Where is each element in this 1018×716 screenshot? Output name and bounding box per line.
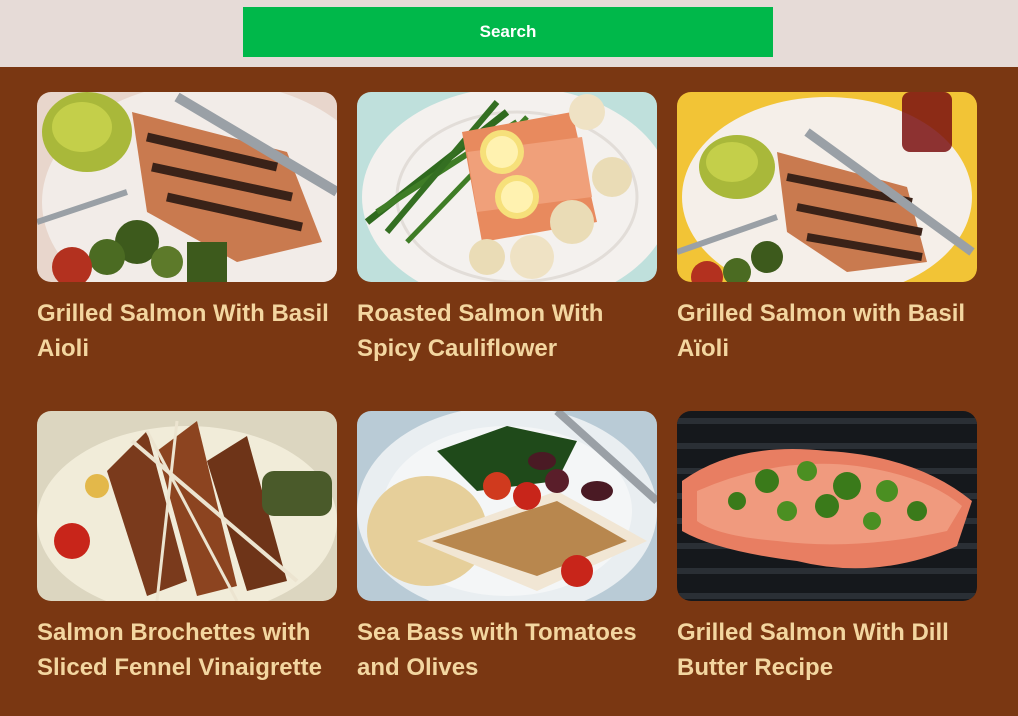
recipe-image[interactable] [677, 411, 977, 601]
recipe-image[interactable] [37, 92, 337, 282]
recipe-image[interactable] [677, 92, 977, 282]
recipe-title[interactable]: Salmon Brochettes with Sliced Fennel Vin… [37, 615, 347, 685]
recipe-card[interactable]: Grilled Salmon With Dill Butter Recipe [677, 411, 977, 685]
recipe-title[interactable]: Grilled Salmon With Dill Butter Recipe [677, 615, 987, 685]
top-bar: Search [0, 0, 1018, 67]
recipe-title[interactable]: Grilled Salmon With Basil Aioli [37, 296, 347, 366]
search-button[interactable]: Search [243, 7, 773, 57]
recipe-card[interactable]: Grilled Salmon With Basil Aioli [37, 92, 337, 366]
recipe-card[interactable]: Salmon Brochettes with Sliced Fennel Vin… [37, 411, 337, 685]
recipe-image[interactable] [37, 411, 337, 601]
recipe-title[interactable]: Sea Bass with Tomatoes and Olives [357, 615, 667, 685]
recipe-card[interactable]: Sea Bass with Tomatoes and Olives [357, 411, 657, 685]
recipe-card[interactable]: Grilled Salmon with Basil Aïoli [677, 92, 977, 366]
recipe-title[interactable]: Grilled Salmon with Basil Aïoli [677, 296, 987, 366]
recipe-title[interactable]: Roasted Salmon With Spicy Cauliflower [357, 296, 667, 366]
recipe-card[interactable]: Roasted Salmon With Spicy Cauliflower [357, 92, 657, 366]
recipe-image[interactable] [357, 411, 657, 601]
recipe-image[interactable] [357, 92, 657, 282]
